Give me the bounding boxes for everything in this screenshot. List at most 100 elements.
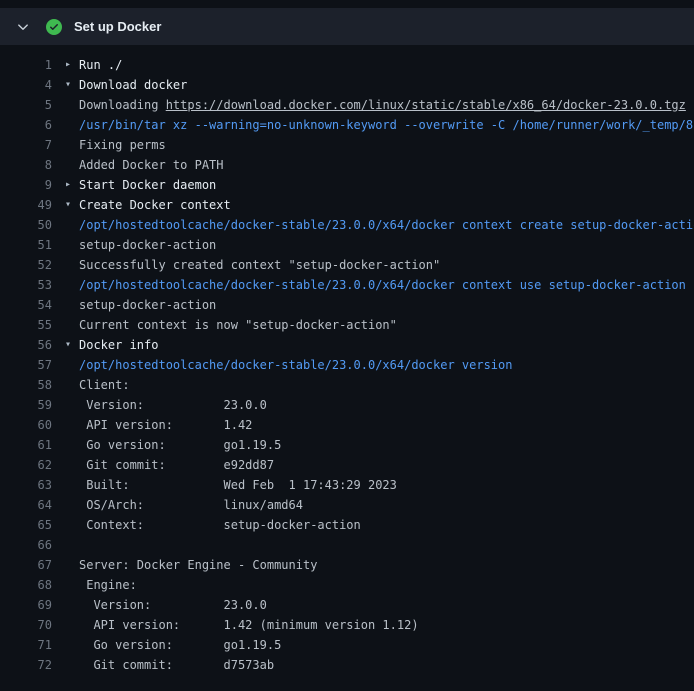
marker-spacer [65, 575, 79, 595]
log-line: 63 Built: Wed Feb 1 17:43:29 2023 [0, 475, 694, 495]
log-segment: Go version: go1.19.5 [79, 638, 281, 652]
log-text: Go version: go1.19.5 [79, 435, 694, 455]
line-number[interactable]: 8 [0, 155, 52, 175]
marker-spacer [65, 655, 79, 675]
log-segment: /opt/hostedtoolcache/docker-stable/23.0.… [79, 358, 512, 372]
group-expanded-icon[interactable]: ▾ [65, 75, 79, 95]
log-segment: Docker info [79, 338, 158, 352]
marker-spacer [65, 155, 79, 175]
log-text: Downloading https://download.docker.com/… [79, 95, 694, 115]
log-line: 52 Successfully created context "setup-do… [0, 255, 694, 275]
line-number[interactable]: 50 [0, 215, 52, 235]
line-number[interactable]: 69 [0, 595, 52, 615]
log-segment: Built: Wed Feb 1 17:43:29 2023 [79, 478, 397, 492]
log-line: 50/opt/hostedtoolcache/docker-stable/23.… [0, 215, 694, 235]
log-line: 70 API version: 1.42 (minimum version 1.… [0, 615, 694, 635]
line-number[interactable]: 68 [0, 575, 52, 595]
line-number[interactable]: 70 [0, 615, 52, 635]
marker-spacer [65, 535, 79, 555]
log-segment: Git commit: e92dd87 [79, 458, 274, 472]
log-text: Git commit: d7573ab [79, 655, 694, 675]
line-number[interactable]: 72 [0, 655, 52, 675]
line-number[interactable]: 54 [0, 295, 52, 315]
line-number[interactable]: 9 [0, 175, 52, 195]
log-line: 7 Fixing perms [0, 135, 694, 155]
log-line: 69 Version: 23.0.0 [0, 595, 694, 615]
marker-spacer [65, 355, 79, 375]
log-line: 6/usr/bin/tar xz --warning=no-unknown-ke… [0, 115, 694, 135]
log-segment: Create Docker context [79, 198, 231, 212]
marker-spacer [65, 95, 79, 115]
line-number[interactable]: 65 [0, 515, 52, 535]
line-number[interactable]: 62 [0, 455, 52, 475]
marker-spacer [65, 275, 79, 295]
log-text: Successfully created context "setup-dock… [79, 255, 694, 275]
line-number[interactable]: 58 [0, 375, 52, 395]
log-line: 60 API version: 1.42 [0, 415, 694, 435]
marker-spacer [65, 455, 79, 475]
log-text: setup-docker-action [79, 235, 694, 255]
line-number[interactable]: 64 [0, 495, 52, 515]
group-collapsed-icon[interactable]: ▸ [65, 175, 79, 195]
log-segment: Downloading [79, 98, 166, 112]
log-text: API version: 1.42 [79, 415, 694, 435]
group-collapsed-icon[interactable]: ▸ [65, 55, 79, 75]
log-text: setup-docker-action [79, 295, 694, 315]
log-text: Download docker [79, 75, 694, 95]
log-text: Context: setup-docker-action [79, 515, 694, 535]
log-line: 55 Current context is now "setup-docker-a… [0, 315, 694, 335]
line-number[interactable]: 6 [0, 115, 52, 135]
log-text: /opt/hostedtoolcache/docker-stable/23.0.… [79, 215, 694, 235]
line-number[interactable]: 66 [0, 535, 52, 555]
step-title: Set up Docker [74, 19, 161, 34]
line-number[interactable]: 55 [0, 315, 52, 335]
line-number[interactable]: 1 [0, 55, 52, 75]
log-text: Docker info [79, 335, 694, 355]
line-number[interactable]: 67 [0, 555, 52, 575]
log-text: Built: Wed Feb 1 17:43:29 2023 [79, 475, 694, 495]
line-number[interactable]: 52 [0, 255, 52, 275]
group-expanded-icon[interactable]: ▾ [65, 335, 79, 355]
log-line: 51 setup-docker-action [0, 235, 694, 255]
marker-spacer [65, 475, 79, 495]
log-segment: Start Docker daemon [79, 178, 216, 192]
marker-spacer [65, 375, 79, 395]
log-line: 53/opt/hostedtoolcache/docker-stable/23.… [0, 275, 694, 295]
line-number[interactable]: 49 [0, 195, 52, 215]
line-number[interactable]: 53 [0, 275, 52, 295]
log-segment: Context: setup-docker-action [79, 518, 361, 532]
line-number[interactable]: 51 [0, 235, 52, 255]
marker-spacer [65, 255, 79, 275]
line-number[interactable]: 60 [0, 415, 52, 435]
line-number[interactable]: 63 [0, 475, 52, 495]
line-number[interactable]: 7 [0, 135, 52, 155]
line-number[interactable]: 57 [0, 355, 52, 375]
line-number[interactable]: 4 [0, 75, 52, 95]
marker-spacer [65, 215, 79, 235]
log-line: 65 Context: setup-docker-action [0, 515, 694, 535]
log-segment: Fixing perms [79, 138, 166, 152]
log-segment: Go version: go1.19.5 [79, 438, 281, 452]
log-text: Start Docker daemon [79, 175, 694, 195]
marker-spacer [65, 515, 79, 535]
line-number[interactable]: 71 [0, 635, 52, 655]
step-header[interactable]: Set up Docker [0, 8, 694, 45]
log-segment: Version: 23.0.0 [79, 598, 267, 612]
line-number[interactable]: 61 [0, 435, 52, 455]
log-link[interactable]: https://download.docker.com/linux/static… [166, 98, 686, 112]
marker-spacer [65, 135, 79, 155]
marker-spacer [65, 635, 79, 655]
log-line: 5 Downloading https://download.docker.com… [0, 95, 694, 115]
marker-spacer [65, 395, 79, 415]
log-text: Current context is now "setup-docker-act… [79, 315, 694, 335]
group-expanded-icon[interactable]: ▾ [65, 195, 79, 215]
line-number[interactable]: 56 [0, 335, 52, 355]
log-text: Run ./ [79, 55, 694, 75]
log-text: Engine: [79, 575, 694, 595]
line-number[interactable]: 5 [0, 95, 52, 115]
line-number[interactable]: 59 [0, 395, 52, 415]
log-line: 54 setup-docker-action [0, 295, 694, 315]
log-line: 64 OS/Arch: linux/amd64 [0, 495, 694, 515]
marker-spacer [65, 115, 79, 135]
chevron-down-icon[interactable] [16, 20, 30, 34]
